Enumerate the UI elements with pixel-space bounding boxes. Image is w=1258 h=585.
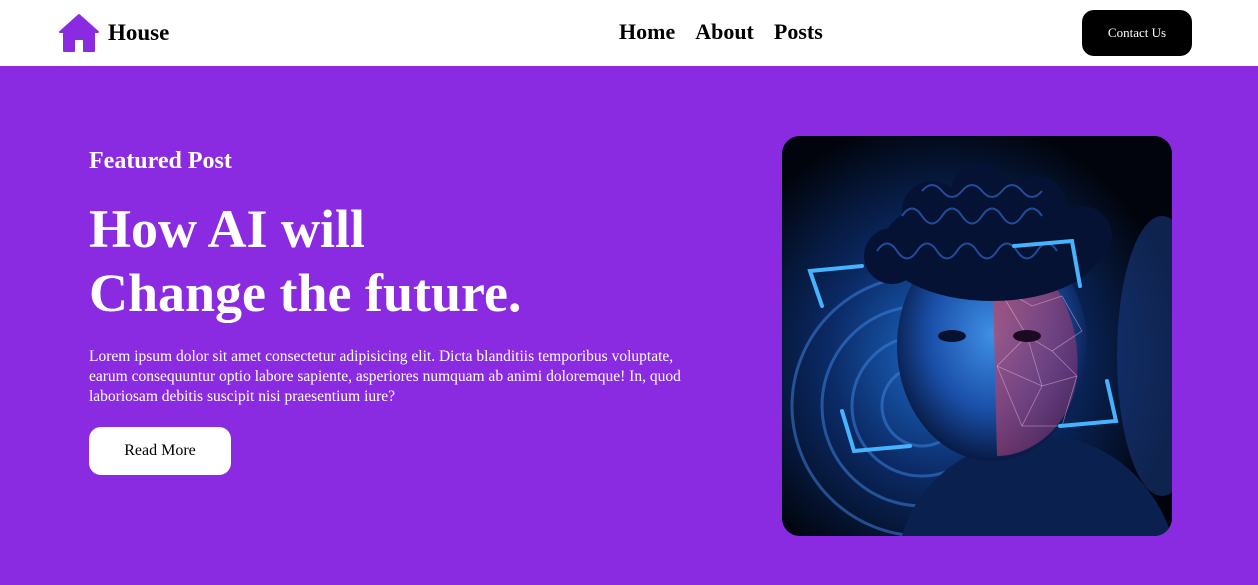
hero-title: How AI will Change the future.: [89, 197, 709, 325]
logo[interactable]: House: [58, 13, 169, 53]
hero-description: Lorem ipsum dolor sit amet consectetur a…: [89, 348, 681, 405]
featured-label: Featured Post: [89, 148, 232, 174]
navbar: House Home About Posts Contact Us: [0, 0, 1258, 66]
read-more-button[interactable]: Read More: [89, 427, 231, 475]
main-nav: Home About Posts: [619, 19, 823, 45]
nav-link-about[interactable]: About: [695, 19, 754, 45]
featured-image: [782, 136, 1172, 536]
hero-title-line-2: Change the future.: [89, 263, 522, 323]
hero-section: Featured Post How AI will Change the fut…: [89, 145, 709, 475]
hero-title-line-1: How AI will: [89, 199, 366, 259]
house-icon: [58, 13, 100, 53]
nav-link-posts[interactable]: Posts: [774, 19, 823, 45]
brand-name: House: [108, 20, 170, 45]
ai-face-scan-illustration: [782, 136, 1172, 536]
nav-link-home[interactable]: Home: [619, 19, 675, 45]
contact-us-button[interactable]: Contact Us: [1082, 10, 1192, 56]
